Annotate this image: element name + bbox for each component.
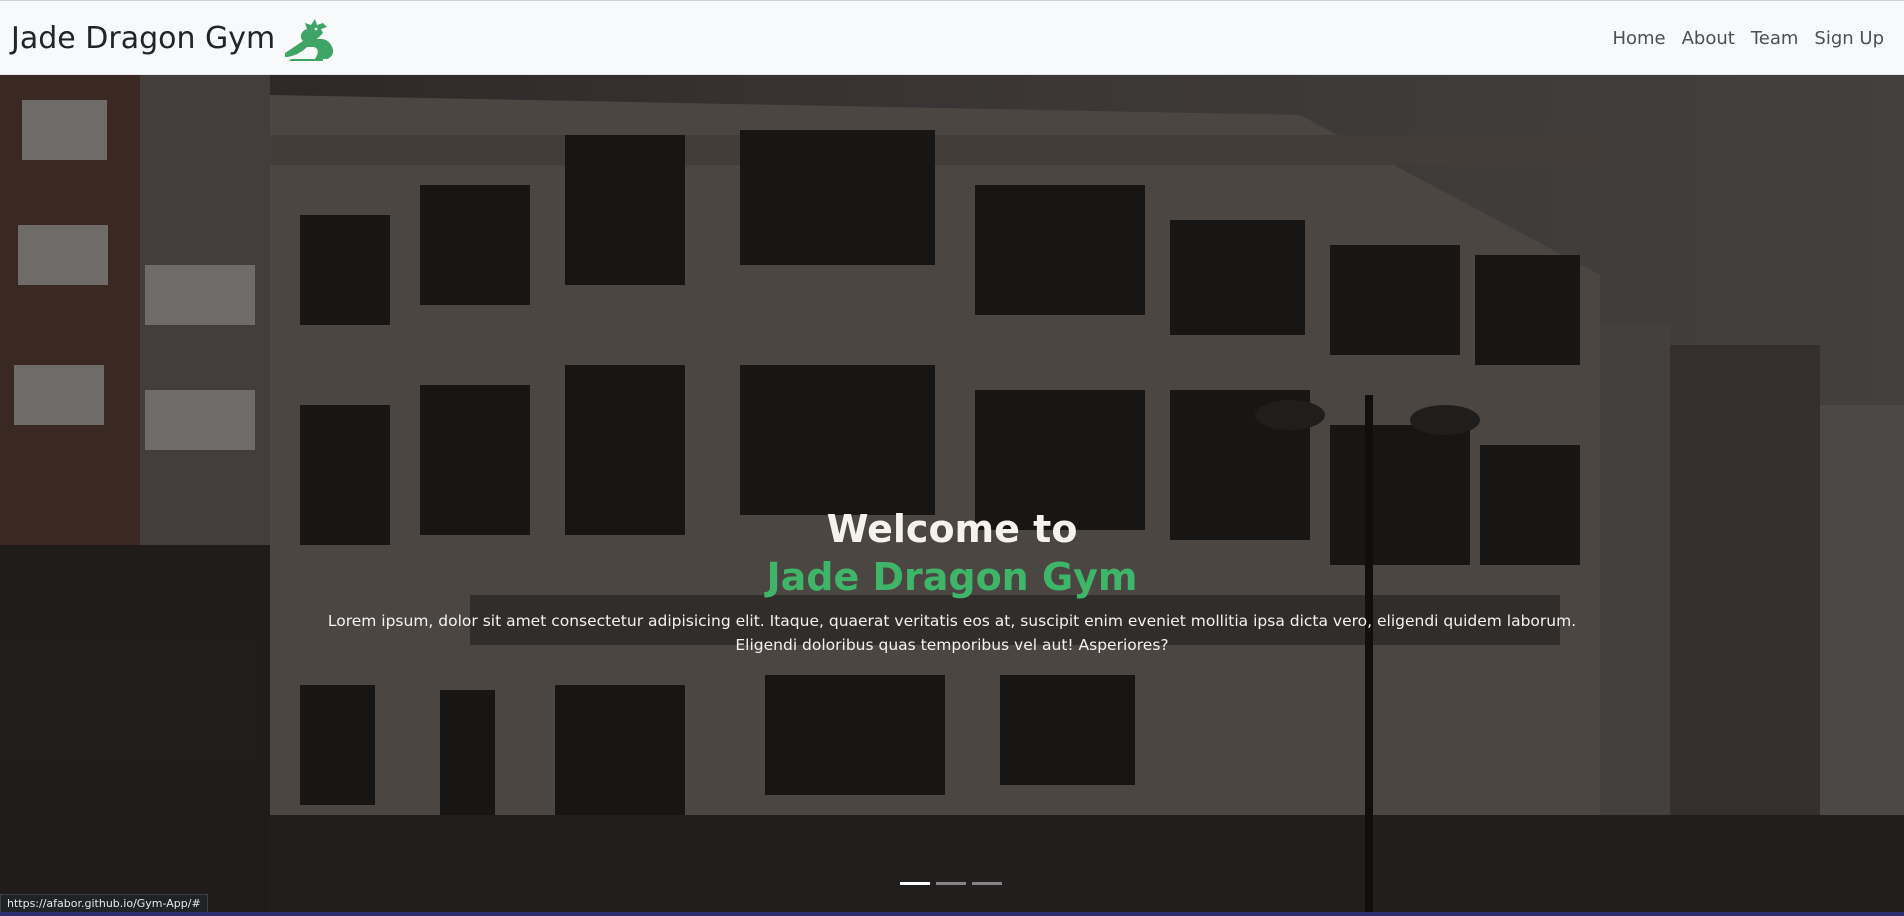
hero-title-line2: Jade Dragon Gym <box>766 555 1138 599</box>
top-navbar: Jade Dragon Gym Home About Team Sign Up <box>0 0 1904 75</box>
hero-caption: Welcome to Jade Dragon Gym Lorem ipsum, … <box>300 505 1604 657</box>
brand-name: Jade Dragon Gym <box>11 21 276 56</box>
dragon-icon <box>285 19 334 61</box>
carousel-indicator-2[interactable] <box>936 882 966 885</box>
hero-dark-overlay <box>0 75 1904 916</box>
carousel-indicator-1[interactable] <box>900 882 930 885</box>
hero-carousel: Welcome to Jade Dragon Gym Lorem ipsum, … <box>0 75 1904 916</box>
window-bottom-edge <box>0 912 1904 916</box>
brand-link[interactable]: Jade Dragon Gym <box>11 17 335 61</box>
status-bar-url: https://afabor.github.io/Gym-App/# <box>0 894 208 914</box>
hero-title-line1: Welcome to <box>826 507 1078 551</box>
carousel-indicator-3[interactable] <box>972 882 1002 885</box>
nav-links: Home About Team Sign Up <box>1612 25 1884 53</box>
hero-paragraph: Lorem ipsum, dolor sit amet consectetur … <box>327 612 1577 654</box>
hero-title: Welcome to Jade Dragon Gym <box>300 505 1604 601</box>
nav-about-link[interactable]: About <box>1682 25 1735 53</box>
nav-signup-link[interactable]: Sign Up <box>1814 25 1884 53</box>
carousel-indicators <box>900 882 1002 885</box>
nav-home-link[interactable]: Home <box>1612 25 1665 53</box>
nav-team-link[interactable]: Team <box>1751 25 1799 53</box>
